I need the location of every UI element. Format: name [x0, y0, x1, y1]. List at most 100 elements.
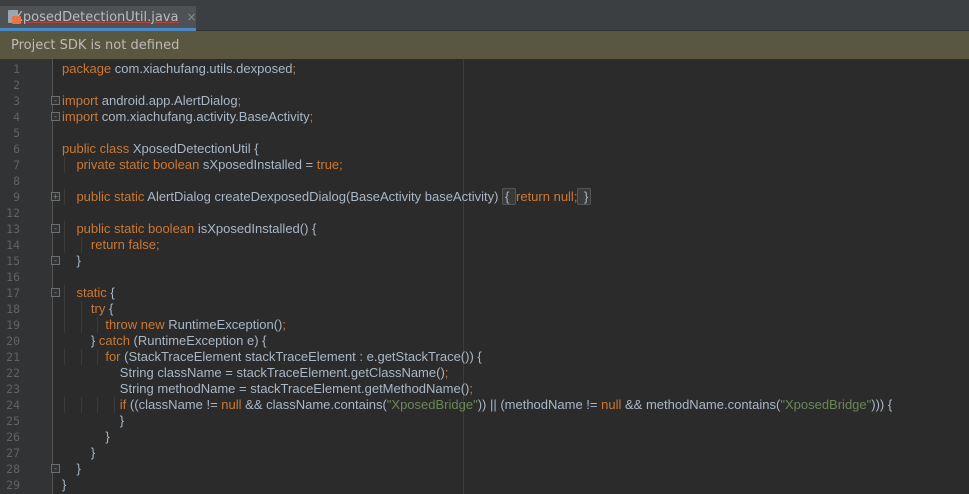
code-token: (RuntimeException e) {	[129, 333, 267, 348]
code-line[interactable]: 3 - import android.app.AlertDialog;	[0, 93, 969, 109]
code-line[interactable]: 16	[0, 269, 969, 285]
code-text: public static boolean isXposedInstalled(…	[62, 221, 316, 237]
keyword-token: try	[90, 301, 106, 316]
keyword-token: true;	[316, 157, 343, 172]
keyword-token: public static	[76, 189, 145, 204]
file-tab[interactable]: XposedDetectionUtil.java ×	[0, 6, 197, 31]
code-token: }	[62, 429, 110, 444]
code-line[interactable]: 27 }	[0, 445, 969, 461]
line-number: 12	[6, 206, 20, 220]
keyword-token: import	[62, 109, 99, 124]
code-line[interactable]: 24 if ((className != null && className.c…	[0, 397, 969, 413]
code-line[interactable]: 19 throw new RuntimeException();	[0, 317, 969, 333]
code-line[interactable]: 29}	[0, 477, 969, 493]
collapsed-region: }	[577, 188, 592, 205]
code-line[interactable]: 2	[0, 77, 969, 93]
line-number: 29	[6, 478, 20, 492]
code-token: android.app.AlertDialog	[98, 93, 238, 108]
keyword-token: package	[62, 61, 112, 76]
code-line[interactable]: 22 String className = stackTraceElement.…	[0, 365, 969, 381]
code-editor[interactable]: 1 package com.xiachufang.utils.dexposed; 2…	[0, 59, 969, 494]
code-token: XposedDetectionUtil {	[129, 141, 259, 156]
code-text: private static boolean sXposedInstalled …	[62, 157, 343, 173]
code-text: String methodName = stackTraceElement.ge…	[62, 381, 473, 397]
fold-collapse-icon[interactable]: -	[51, 112, 60, 121]
keyword-token: private static boolean	[76, 157, 200, 172]
code-text: if ((className != null && className.cont…	[62, 397, 892, 413]
keyword-token: for	[105, 349, 121, 364]
code-line[interactable]: 25 }	[0, 413, 969, 429]
code-line[interactable]: 21 for (StackTraceElement stackTraceElem…	[0, 349, 969, 365]
fold-collapse-icon[interactable]: -	[51, 288, 60, 297]
collapsed-region: {	[502, 188, 517, 205]
fold-expand-icon[interactable]: +	[51, 192, 60, 201]
line-number: 9	[13, 190, 20, 204]
code-line[interactable]: 14 return false;	[0, 237, 969, 253]
code-token: RuntimeException()	[164, 317, 283, 332]
code-token: )) || (methodName !=	[477, 397, 602, 412]
code-text: }	[62, 477, 66, 493]
code-line[interactable]: 12	[0, 205, 969, 221]
code-token: }	[62, 253, 81, 268]
line-number: 22	[6, 366, 20, 380]
code-token: }	[62, 413, 125, 428]
code-line[interactable]: 18 try {	[0, 301, 969, 317]
line-number: 4	[13, 110, 20, 124]
code-line[interactable]: 1 package com.xiachufang.utils.dexposed;	[0, 61, 969, 77]
code-line[interactable]: 26 }	[0, 429, 969, 445]
line-number: 6	[13, 142, 20, 156]
string-token: "XposedBridge"	[386, 397, 478, 412]
keyword-token: ;	[292, 61, 297, 76]
code-token: String className = stackTraceElement.get…	[62, 365, 445, 380]
code-token: com.xiachufang.utils.dexposed	[111, 61, 293, 76]
code-line[interactable]: 13 - public static boolean isXposedInstal…	[0, 221, 969, 237]
code-token: }	[62, 477, 67, 492]
line-number: 24	[6, 398, 20, 412]
code-token: String methodName = stackTraceElement.ge…	[62, 381, 470, 396]
file-tab-label: XposedDetectionUtil.java	[14, 9, 179, 25]
code-line[interactable]: 15 - }	[0, 253, 969, 269]
close-icon[interactable]: ×	[187, 10, 197, 24]
banner-text: Project SDK is not defined	[11, 37, 180, 53]
keyword-token: ;	[469, 381, 473, 396]
code-text: }	[62, 429, 110, 445]
code-text: import android.app.AlertDialog;	[62, 93, 241, 109]
code-token: && className.contains(	[241, 397, 387, 412]
code-text: try {	[62, 301, 113, 317]
code-line[interactable]: 5	[0, 125, 969, 141]
code-token: ))) {	[871, 397, 893, 412]
code-line[interactable]: 4 - import com.xiachufang.activity.BaseAct…	[0, 109, 969, 125]
line-number: 28	[6, 462, 20, 476]
code-line[interactable]: 20 } catch (RuntimeException e) {	[0, 333, 969, 349]
line-number: 16	[6, 270, 20, 284]
code-token: (StackTraceElement stackTraceElement : e…	[120, 349, 482, 364]
code-token: ((className !=	[126, 397, 222, 412]
code-line[interactable]: 6 public class XposedDetectionUtil {	[0, 141, 969, 157]
code-text: }	[62, 253, 81, 269]
code-line[interactable]: 7 private static boolean sXposedInstalle…	[0, 157, 969, 173]
code-line[interactable]: 23 String methodName = stackTraceElement…	[0, 381, 969, 397]
fold-collapse-icon[interactable]: -	[51, 96, 60, 105]
code-token: sXposedInstalled =	[199, 157, 317, 172]
fold-collapse-icon[interactable]: -	[51, 464, 60, 473]
fold-collapse-icon[interactable]: -	[51, 224, 60, 233]
code-line[interactable]: 8	[0, 173, 969, 189]
code-text: import com.xiachufang.activity.BaseActiv…	[62, 109, 313, 125]
code-line[interactable]: 28 - }	[0, 461, 969, 477]
code-text: } catch (RuntimeException e) {	[62, 333, 267, 349]
fold-collapse-icon[interactable]: -	[51, 256, 60, 265]
keyword-token: public static boolean	[76, 221, 195, 236]
code-line[interactable]: 9 + public static AlertDialog createDexpo…	[0, 188, 969, 205]
line-number: 26	[6, 430, 20, 444]
line-number: 15	[6, 254, 20, 268]
code-line[interactable]: 17 - static {	[0, 285, 969, 301]
line-number: 5	[13, 126, 20, 140]
code-token: }	[62, 445, 96, 460]
line-number: 19	[6, 318, 20, 332]
editor-tab-bar: XposedDetectionUtil.java ×	[0, 0, 969, 31]
